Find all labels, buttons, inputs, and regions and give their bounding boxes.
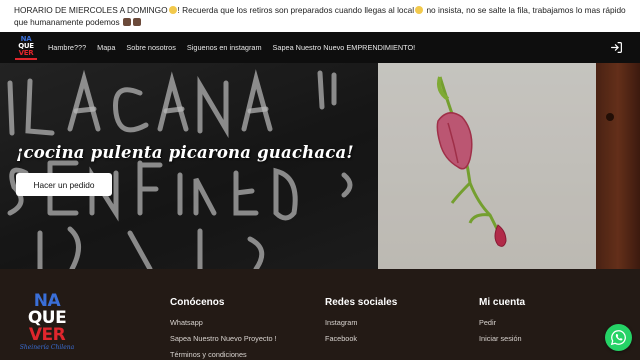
footer-col-redes: Redes sociales Instagram Facebook: [325, 297, 397, 350]
whatsapp-icon: [610, 330, 626, 346]
nav-link-instagram[interactable]: Siguenos en instagram: [187, 43, 262, 52]
footer-link-nuevo-proyecto[interactable]: Sapea Nuestro Nuevo Proyecto !: [170, 334, 277, 343]
footer-link-facebook[interactable]: Facebook: [325, 334, 397, 343]
cook-emoji-icon: [122, 18, 131, 26]
hero-tagline: ¡cocina pulenta picarona guachaca!: [16, 143, 354, 162]
footer-logo-ver: VER: [28, 325, 66, 345]
footer-col-conocenos: Conócenos Whatsapp Sapea Nuestro Nuevo P…: [170, 297, 277, 360]
announcement-text-4: que humanamente podemos: [14, 17, 120, 27]
nav-link-sobre-nosotros[interactable]: Sobre nosotros: [126, 43, 176, 52]
nav-link-mapa[interactable]: Mapa: [97, 43, 115, 52]
cook-emoji-icon: [132, 18, 141, 26]
smile-emoji-icon: [168, 6, 177, 14]
footer-link-pedir[interactable]: Pedir: [479, 318, 525, 327]
grimace-emoji-icon: [415, 6, 424, 14]
main-navbar: NA QUE VER Hambre??? Mapa Sobre nosotros…: [0, 32, 640, 63]
footer-logo-subtitle: Sheinería Chilena: [19, 344, 75, 351]
nav-link-hambre[interactable]: Hambre???: [48, 43, 86, 52]
whatsapp-float-button[interactable]: [605, 324, 632, 351]
footer-link-terminos[interactable]: Términos y condiciones: [170, 350, 277, 359]
footer-link-instagram[interactable]: Instagram: [325, 318, 397, 327]
logo-text-ver: VER: [18, 48, 34, 57]
announcement-text-1: HORARIO DE MIERCOLES A DOMINGO: [14, 5, 168, 15]
footer-link-whatsapp[interactable]: Whatsapp: [170, 318, 277, 327]
login-icon[interactable]: [610, 41, 623, 54]
nav-links: Hambre??? Mapa Sobre nosotros Siguenos e…: [48, 43, 426, 52]
order-button[interactable]: Hacer un pedido: [16, 173, 112, 196]
announcement-text-3: no insista, no se salte la fila, trabaja…: [424, 5, 626, 15]
brand-logo[interactable]: NA QUE VER: [14, 35, 38, 61]
footer-heading-redes: Redes sociales: [325, 297, 398, 308]
logo-underline: [15, 57, 37, 60]
hero-overlay: [0, 63, 640, 269]
footer-heading-conocenos: Conócenos: [170, 297, 225, 308]
nav-link-emprendimiento[interactable]: Sapea Nuestro Nuevo EMPRENDIMIENTO!: [273, 43, 416, 52]
site-footer: NA QUE VER Sheinería Chilena Conócenos W…: [0, 269, 640, 360]
announcement-bar: HORARIO DE MIERCOLES A DOMINGO ! Recuerda…: [0, 0, 640, 32]
footer-heading-cuenta: Mi cuenta: [479, 297, 526, 308]
announcement-text-2: ! Recuerda que los retiros son preparado…: [177, 5, 415, 15]
hero-banner: ¡cocina pulenta picarona guachaca! Hacer…: [0, 63, 640, 269]
footer-link-iniciar-sesion[interactable]: Iniciar sesión: [479, 334, 525, 343]
footer-col-cuenta: Mi cuenta Pedir Iniciar sesión: [479, 297, 525, 350]
footer-logo[interactable]: NA QUE VER Sheinería Chilena: [16, 293, 78, 352]
